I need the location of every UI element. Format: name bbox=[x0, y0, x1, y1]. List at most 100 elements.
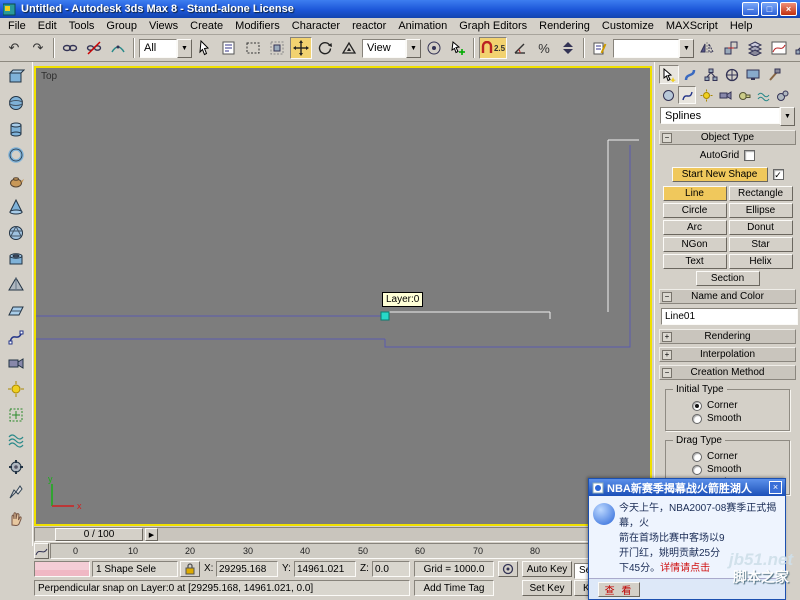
pan-tool-button[interactable] bbox=[3, 506, 29, 532]
named-selection-set-dropdown[interactable]: ▼ bbox=[613, 39, 694, 58]
sphere-tool-button[interactable] bbox=[3, 90, 29, 116]
collapse-icon[interactable]: − bbox=[662, 133, 672, 143]
subtab-helpers[interactable] bbox=[735, 86, 753, 104]
coordinate-system-dropdown[interactable]: View ▼ bbox=[362, 39, 421, 58]
subtab-systems[interactable] bbox=[773, 86, 791, 104]
ngon-button[interactable]: NGon bbox=[663, 237, 727, 252]
circle-button[interactable]: Circle bbox=[663, 203, 727, 218]
collapse-icon[interactable]: − bbox=[662, 368, 672, 378]
cone-tool-button[interactable] bbox=[3, 194, 29, 220]
menu-tools[interactable]: Tools bbox=[63, 19, 101, 33]
percent-snap-button[interactable]: % bbox=[533, 37, 555, 59]
tab-hierarchy[interactable] bbox=[701, 65, 721, 84]
teapot-tool-button[interactable] bbox=[3, 168, 29, 194]
align-button[interactable] bbox=[720, 37, 742, 59]
title-bar[interactable]: Untitled - Autodesk 3ds Max 8 - Stand-al… bbox=[0, 0, 800, 18]
tab-utilities[interactable] bbox=[764, 65, 784, 84]
dropdown-arrow-icon[interactable]: ▼ bbox=[177, 39, 192, 58]
selection-filter-dropdown[interactable]: All ▼ bbox=[139, 39, 192, 58]
section-button[interactable]: Section bbox=[696, 271, 760, 286]
object-name-field[interactable] bbox=[661, 308, 798, 325]
spline-tool-button[interactable] bbox=[3, 324, 29, 350]
maximize-icon[interactable]: □ bbox=[761, 2, 778, 16]
next-frame-icon[interactable]: ▶ bbox=[145, 528, 158, 541]
edit-named-selections-button[interactable] bbox=[589, 37, 611, 59]
shape-category-dropdown[interactable]: Splines ▼ bbox=[660, 107, 795, 126]
subtab-cameras[interactable] bbox=[716, 86, 734, 104]
offset-mode-button[interactable] bbox=[498, 561, 518, 577]
expand-icon[interactable]: + bbox=[662, 332, 672, 342]
cylinder-tool-button[interactable] bbox=[3, 116, 29, 142]
y-coordinate-field[interactable] bbox=[294, 561, 356, 577]
tube-tool-button[interactable] bbox=[3, 246, 29, 272]
drag-corner-option[interactable]: Corner bbox=[692, 451, 785, 462]
star-button[interactable]: Star bbox=[729, 237, 793, 252]
angle-snap-button[interactable] bbox=[509, 37, 531, 59]
news-popup-titlebar[interactable]: NBA新赛季揭幕战火箭胜湖人 × bbox=[589, 479, 785, 496]
rollout-rendering[interactable]: + Rendering bbox=[659, 329, 796, 344]
use-pivot-center-button[interactable] bbox=[423, 37, 445, 59]
unlink-button[interactable] bbox=[83, 37, 105, 59]
select-by-name-button[interactable] bbox=[218, 37, 240, 59]
menu-views[interactable]: Views bbox=[143, 19, 184, 33]
dropdown-arrow-icon[interactable]: ▼ bbox=[679, 39, 694, 58]
auto-key-button[interactable]: Auto Key bbox=[522, 561, 572, 577]
time-slider-button[interactable]: 0 / 100 bbox=[55, 528, 143, 541]
helper-tool-button[interactable] bbox=[3, 402, 29, 428]
autogrid-checkbox[interactable] bbox=[744, 150, 755, 161]
arc-button[interactable]: Arc bbox=[663, 220, 727, 235]
maxscript-mini-listener[interactable] bbox=[34, 561, 90, 577]
spinner-snap-button[interactable] bbox=[557, 37, 579, 59]
expand-icon[interactable]: + bbox=[662, 350, 672, 360]
camera-tool-button[interactable] bbox=[3, 350, 29, 376]
menu-file[interactable]: File bbox=[2, 19, 32, 33]
dropdown-arrow-icon[interactable]: ▼ bbox=[406, 39, 421, 58]
time-slider-track[interactable]: 0 / 100 ▶ bbox=[34, 527, 654, 542]
plane-tool-button[interactable] bbox=[3, 298, 29, 324]
redo-button[interactable]: ↷ bbox=[27, 37, 49, 59]
viewport-top[interactable]: Top y x Layer:0 bbox=[34, 66, 652, 526]
rollout-interpolation[interactable]: + Interpolation bbox=[659, 347, 796, 362]
subtab-geometry[interactable] bbox=[659, 86, 677, 104]
tab-display[interactable] bbox=[743, 65, 763, 84]
radio-icon[interactable] bbox=[692, 414, 702, 424]
rollout-object-type[interactable]: − Object Type bbox=[659, 130, 796, 145]
undo-button[interactable]: ↶ bbox=[3, 37, 25, 59]
helix-button[interactable]: Helix bbox=[729, 254, 793, 269]
minimize-icon[interactable]: ─ bbox=[742, 2, 759, 16]
news-detail-link[interactable]: 详情请点击 bbox=[660, 563, 710, 574]
selection-region-button[interactable] bbox=[242, 37, 264, 59]
rollout-creation-method[interactable]: − Creation Method bbox=[659, 365, 796, 380]
menu-group[interactable]: Group bbox=[100, 19, 143, 33]
menu-help[interactable]: Help bbox=[724, 19, 759, 33]
light-tool-button[interactable] bbox=[3, 376, 29, 402]
initial-corner-option[interactable]: Corner bbox=[692, 400, 785, 411]
set-key-button[interactable]: Set Key bbox=[522, 580, 572, 596]
select-and-move-button[interactable] bbox=[290, 37, 312, 59]
bones-tool-button[interactable] bbox=[3, 480, 29, 506]
box-tool-button[interactable] bbox=[3, 64, 29, 90]
select-object-button[interactable] bbox=[194, 37, 216, 59]
view-news-button[interactable]: 查 看 bbox=[598, 582, 640, 597]
menu-reactor[interactable]: reactor bbox=[346, 19, 392, 33]
subtab-spacewarps[interactable] bbox=[754, 86, 772, 104]
schematic-view-button[interactable] bbox=[792, 37, 800, 59]
tab-create[interactable] bbox=[659, 65, 679, 84]
menu-rendering[interactable]: Rendering bbox=[533, 19, 596, 33]
subtab-shapes[interactable] bbox=[678, 86, 696, 104]
track-bar-ruler[interactable]: 0 10 20 30 40 50 60 70 80 90 bbox=[50, 543, 654, 559]
menu-graph-editors[interactable]: Graph Editors bbox=[453, 19, 533, 33]
rollout-name-color[interactable]: − Name and Color bbox=[659, 289, 796, 304]
select-and-manipulate-button[interactable] bbox=[447, 37, 469, 59]
snap-toggle-button[interactable]: 2.5 bbox=[479, 37, 507, 59]
tab-motion[interactable] bbox=[722, 65, 742, 84]
menu-maxscript[interactable]: MAXScript bbox=[660, 19, 724, 33]
mini-curve-editor-button[interactable] bbox=[34, 543, 49, 559]
select-and-rotate-button[interactable] bbox=[314, 37, 336, 59]
rectangle-button[interactable]: Rectangle bbox=[729, 186, 793, 201]
menu-edit[interactable]: Edit bbox=[32, 19, 63, 33]
start-new-shape-button[interactable]: Start New Shape bbox=[672, 167, 768, 182]
dropdown-arrow-icon[interactable]: ▼ bbox=[780, 107, 795, 126]
line-button[interactable]: Line bbox=[663, 186, 727, 201]
popup-close-icon[interactable]: × bbox=[769, 481, 782, 494]
